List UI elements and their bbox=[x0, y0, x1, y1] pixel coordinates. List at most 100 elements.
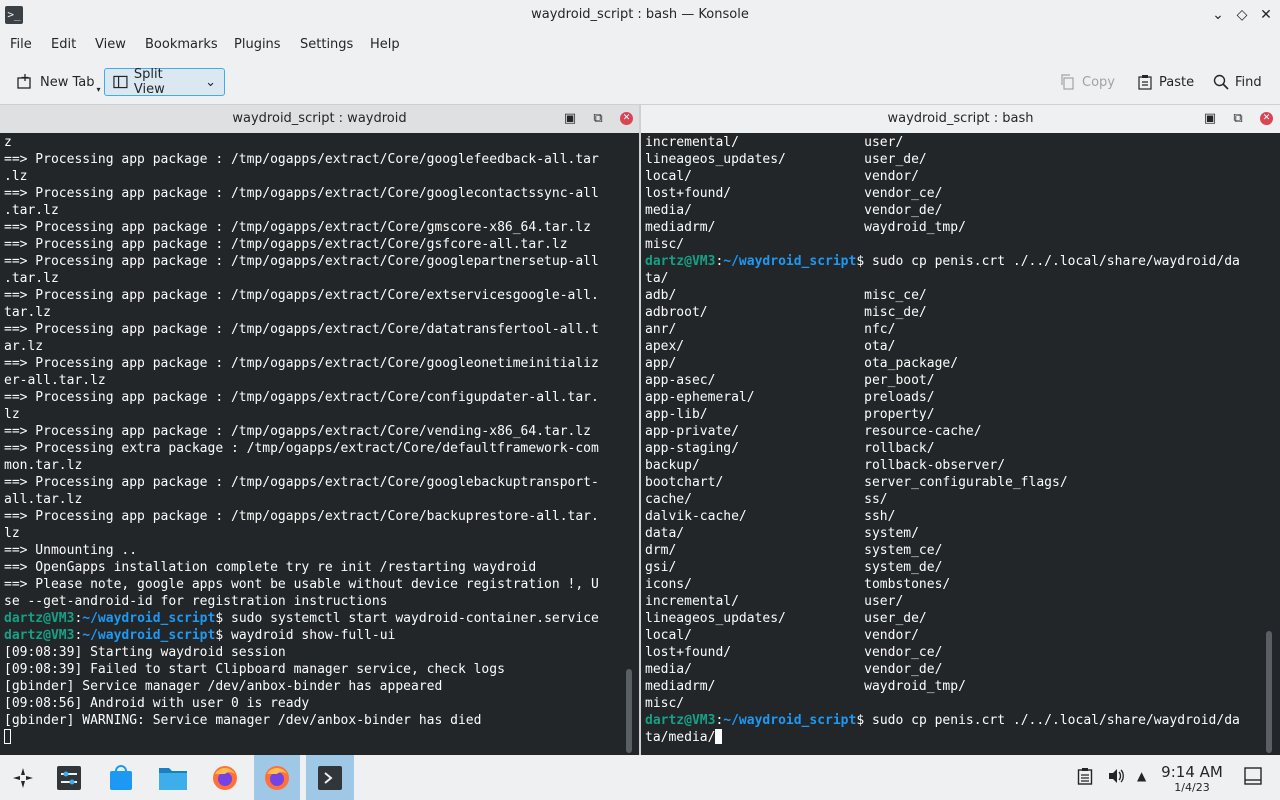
terminal-line: ==> Processing app package : /tmp/ogapps… bbox=[4, 508, 614, 525]
copy-button[interactable]: Copy bbox=[1060, 68, 1115, 96]
menu-plugins[interactable]: Plugins bbox=[234, 37, 281, 52]
line-text: cache/ ss/ bbox=[645, 492, 888, 507]
line-text: app-ephemeral/ preloads/ bbox=[645, 390, 935, 405]
system-settings-icon[interactable] bbox=[46, 755, 92, 800]
show-desktop-icon[interactable] bbox=[1244, 767, 1262, 789]
terminal-line: [09:08:39] Starting waydroid session bbox=[4, 644, 614, 661]
close-pane-icon[interactable]: ✕ bbox=[1260, 112, 1273, 125]
close-icon[interactable]: ✕ bbox=[1256, 5, 1276, 25]
terminal-line: cache/ ss/ bbox=[645, 491, 1275, 508]
menu-bookmarks[interactable]: Bookmarks bbox=[145, 37, 218, 52]
clock-time[interactable]: 9:14 AM bbox=[1150, 763, 1234, 781]
terminal-line: media/ vendor_de/ bbox=[645, 202, 1275, 219]
menu-view[interactable]: View bbox=[95, 37, 126, 52]
split-view-icon bbox=[113, 75, 128, 89]
split-view-label: Split View bbox=[133, 67, 165, 97]
window-titlebar[interactable]: >_ waydroid_script : bash — Konsole ⌄ ◇ … bbox=[0, 0, 1280, 30]
dolphin-icon[interactable] bbox=[150, 755, 196, 800]
firefox-icon[interactable] bbox=[254, 755, 300, 800]
line-text: app-private/ resource-cache/ bbox=[645, 424, 982, 439]
left-pane-titlebar: waydroid_script : waydroid ▣ ⧉ ✕ bbox=[0, 105, 639, 133]
detach-pane-icon[interactable]: ⧉ bbox=[1229, 110, 1247, 128]
split-view-chevron-down-icon[interactable]: ⌄ bbox=[205, 75, 216, 90]
line-text: media/ vendor_de/ bbox=[645, 662, 943, 677]
close-pane-icon[interactable]: ✕ bbox=[620, 112, 633, 125]
line-text: $ sudo systemctl start waydroid-containe… bbox=[215, 611, 599, 626]
maximize-pane-icon[interactable]: ▣ bbox=[1201, 110, 1219, 128]
terminal-line: lz bbox=[4, 525, 614, 542]
terminal-line: incremental/ user/ bbox=[645, 134, 1275, 151]
terminal-line: lost+found/ vendor_ce/ bbox=[645, 185, 1275, 202]
terminal-line: misc/ bbox=[645, 695, 1275, 712]
terminal-line: mediadrm/ waydroid_tmp/ bbox=[645, 219, 1275, 236]
right-terminal-output[interactable]: incremental/ user/lineageos_updates/ use… bbox=[645, 134, 1275, 754]
firefox-icon[interactable] bbox=[202, 755, 248, 800]
menu-help[interactable]: Help bbox=[370, 37, 400, 52]
line-text: misc/ bbox=[645, 696, 685, 711]
line-text: backup/ rollback-observer/ bbox=[645, 458, 1006, 473]
terminal-line: app-asec/ per_boot/ bbox=[645, 372, 1275, 389]
maximize-icon[interactable]: ◇ bbox=[1232, 5, 1252, 25]
line-text: ta/ bbox=[645, 271, 669, 286]
terminal-line: [gbinder] WARNING: Service manager /dev/… bbox=[4, 712, 614, 729]
left-terminal-output[interactable]: z ==> Processing app package : /tmp/ogapp… bbox=[4, 134, 614, 754]
right-terminal-pane[interactable]: waydroid_script : bash ▣ ⧉ ✕ incremental… bbox=[641, 105, 1280, 755]
detach-pane-icon[interactable]: ⧉ bbox=[589, 110, 607, 128]
terminal-line: lineageos_updates/ user_de/ bbox=[645, 151, 1275, 168]
line-text: ==> Processing app package : /tmp/ogapps… bbox=[4, 356, 599, 371]
left-terminal-pane[interactable]: waydroid_script : waydroid ▣ ⧉ ✕ z ==> Pr… bbox=[0, 105, 639, 755]
menu-file[interactable]: File bbox=[10, 37, 32, 52]
terminal-line: ==> OpenGapps installation complete try … bbox=[4, 559, 614, 576]
new-tab-label: New Tab bbox=[40, 74, 95, 90]
minimize-icon[interactable]: ⌄ bbox=[1208, 5, 1228, 25]
app-launcher-icon[interactable] bbox=[0, 755, 46, 800]
prompt-user: dartz@VM3 bbox=[645, 713, 716, 728]
terminal-line: .tar.lz bbox=[4, 270, 614, 287]
new-tab-button[interactable]: New Tab ▾ bbox=[16, 68, 101, 96]
line-text: lz bbox=[4, 526, 20, 541]
terminal-line: ==> Processing extra package : /tmp/ogap… bbox=[4, 440, 614, 457]
terminal-line: .tar.lz bbox=[4, 202, 614, 219]
terminal-line: media/ vendor_de/ bbox=[645, 661, 1275, 678]
show-hidden-icons-icon[interactable]: ▲ bbox=[1137, 769, 1146, 783]
menu-edit[interactable]: Edit bbox=[51, 37, 76, 52]
new-tab-dropdown-icon[interactable]: ▾ bbox=[97, 85, 101, 94]
terminal-line: gsi/ system_de/ bbox=[645, 559, 1275, 576]
line-text: ==> Processing app package : /tmp/ogapps… bbox=[4, 220, 591, 235]
terminal-line: mon.tar.lz bbox=[4, 457, 614, 474]
konsole-icon[interactable] bbox=[306, 755, 354, 800]
terminal-line: ==> Processing app package : /tmp/ogapps… bbox=[4, 287, 614, 304]
left-scrollbar[interactable] bbox=[626, 669, 632, 753]
line-text: lz bbox=[4, 407, 20, 422]
volume-icon[interactable] bbox=[1107, 767, 1125, 789]
clock-date[interactable]: 1/4/23 bbox=[1150, 781, 1234, 794]
paste-button[interactable]: Paste bbox=[1137, 68, 1194, 96]
line-text: anr/ nfc/ bbox=[645, 322, 896, 337]
line-text: app/ ota_package/ bbox=[645, 356, 959, 371]
terminal-line: apex/ ota/ bbox=[645, 338, 1275, 355]
terminal-line: [09:08:39] Failed to start Clipboard man… bbox=[4, 661, 614, 678]
terminal-line: bootchart/ server_configurable_flags/ bbox=[645, 474, 1275, 491]
terminal-line: incremental/ user/ bbox=[645, 593, 1275, 610]
split-view-button[interactable]: Split View ⌄ bbox=[104, 67, 225, 97]
line-text: ar.lz bbox=[4, 339, 44, 354]
toolbar: New Tab ▾ Split View ⌄ Copy Paste Find bbox=[0, 58, 1280, 105]
terminal-line: dartz@VM3:~/waydroid_script$ sudo cp pen… bbox=[645, 253, 1275, 270]
maximize-pane-icon[interactable]: ▣ bbox=[561, 110, 579, 128]
terminal-line: icons/ tombstones/ bbox=[645, 576, 1275, 593]
terminal-line: data/ system/ bbox=[645, 525, 1275, 542]
line-text: ta/media/ bbox=[645, 730, 716, 745]
line-text: app-staging/ rollback/ bbox=[645, 441, 935, 456]
line-text: local/ vendor/ bbox=[645, 628, 919, 643]
discover-icon[interactable] bbox=[98, 755, 144, 800]
right-scrollbar[interactable] bbox=[1266, 631, 1272, 753]
find-button[interactable]: Find bbox=[1213, 68, 1262, 96]
line-text: [gbinder] WARNING: Service manager /dev/… bbox=[4, 713, 482, 728]
menu-settings[interactable]: Settings bbox=[300, 37, 353, 52]
search-icon bbox=[1213, 74, 1229, 90]
terminal-line: ==> Processing app package : /tmp/ogapps… bbox=[4, 253, 614, 270]
terminal-line: er-all.tar.lz bbox=[4, 372, 614, 389]
line-text: ==> Processing app package : /tmp/ogapps… bbox=[4, 322, 599, 337]
terminal-line: ==> Processing app package : /tmp/ogapps… bbox=[4, 389, 614, 406]
clipboard-icon[interactable] bbox=[1077, 767, 1093, 789]
